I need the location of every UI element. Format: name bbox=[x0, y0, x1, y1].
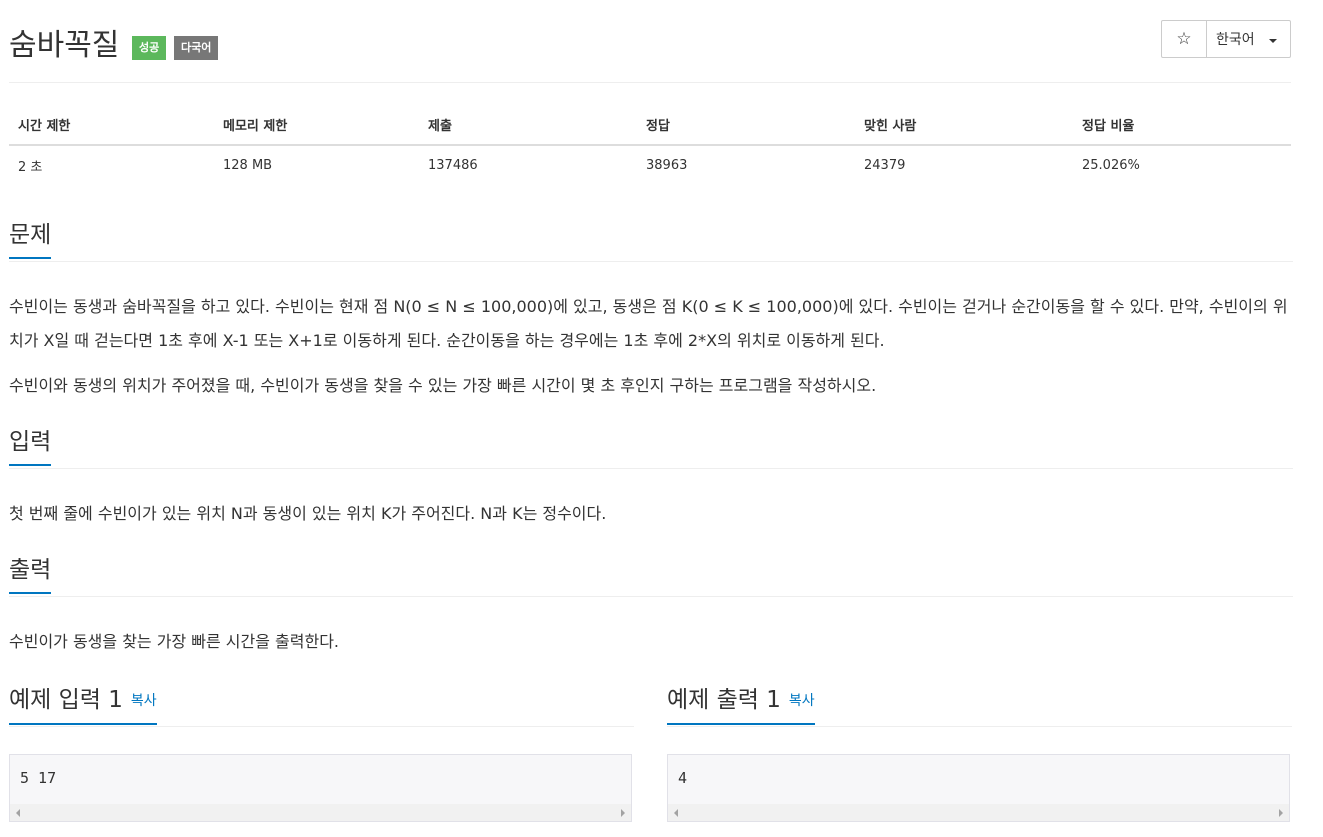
description-title: 문제 bbox=[9, 219, 52, 259]
description-body: 수빈이는 동생과 숨바꼭질을 하고 있다. 수빈이는 현재 점 N(0 ≤ N … bbox=[9, 262, 1293, 403]
stats-header-submissions: 제출 bbox=[419, 104, 637, 146]
stats-ratio: 25.026% bbox=[1082, 157, 1140, 173]
input-header: 입력 bbox=[9, 426, 1293, 469]
scroll-right-icon[interactable] bbox=[1279, 809, 1283, 817]
output-section: 출력 수빈이가 동생을 찾는 가장 빠른 시간을 출력한다. bbox=[9, 554, 1293, 659]
sample-output-section: 예제 출력 1 복사 4 bbox=[667, 684, 1292, 822]
sample-output-content: 4 bbox=[678, 769, 688, 787]
input-description: 첫 번째 줄에 수빈이가 있는 위치 N과 동생이 있는 위치 K가 주어진다.… bbox=[9, 504, 607, 523]
output-header: 출력 bbox=[9, 554, 1293, 597]
description-paragraph: 수빈이와 동생의 위치가 주어졌을 때, 수빈이가 동생을 찾을 수 있는 가장… bbox=[9, 376, 877, 395]
horizontal-scrollbar[interactable] bbox=[10, 804, 631, 821]
caret-down-icon bbox=[1268, 38, 1277, 43]
stats-memory-limit: 128 MB bbox=[223, 157, 273, 173]
output-body: 수빈이가 동생을 찾는 가장 빠른 시간을 출력한다. bbox=[9, 597, 1293, 659]
stats-header-solvers: 맞힌 사람 bbox=[855, 104, 1073, 146]
copy-sample-output-link[interactable]: 복사 bbox=[789, 693, 815, 709]
output-title: 출력 bbox=[9, 554, 52, 594]
favorite-star-button[interactable]: ☆ bbox=[1162, 21, 1207, 57]
stats-accepted: 38963 bbox=[646, 157, 688, 173]
input-section: 입력 첫 번째 줄에 수빈이가 있는 위치 N과 동생이 있는 위치 K가 주어… bbox=[9, 426, 1293, 531]
sample-input-content: 5 17 bbox=[20, 769, 57, 787]
description-header: 문제 bbox=[9, 219, 1293, 262]
stats-value-row: 2 초 128 MB 137486 38963 24379 25.026% bbox=[9, 145, 1291, 184]
input-title: 입력 bbox=[9, 426, 52, 466]
stats-header-ratio: 정답 비율 bbox=[1073, 104, 1291, 146]
language-label: 한국어 bbox=[1216, 32, 1255, 48]
language-dropdown[interactable]: 한국어 bbox=[1207, 21, 1290, 57]
output-description: 수빈이가 동생을 찾는 가장 빠른 시간을 출력한다. bbox=[9, 632, 340, 651]
scroll-left-icon[interactable] bbox=[16, 809, 20, 817]
sample-input-header: 예제 입력 1 복사 bbox=[9, 684, 634, 727]
header-actions: ☆ 한국어 bbox=[1161, 20, 1291, 58]
sample-input-section: 예제 입력 1 복사 5 17 bbox=[9, 684, 634, 822]
stats-header-time-limit: 시간 제한 bbox=[9, 104, 214, 146]
stats-header-memory-limit: 메모리 제한 bbox=[214, 104, 419, 146]
description-paragraph: 수빈이는 동생과 숨바꼭질을 하고 있다. 수빈이는 현재 점 N(0 ≤ N … bbox=[9, 297, 1288, 350]
sample-input-title: 예제 입력 1 복사 bbox=[9, 684, 157, 725]
copy-sample-input-link[interactable]: 복사 bbox=[131, 693, 157, 709]
stats-time-limit: 2 초 bbox=[18, 159, 43, 175]
success-badge: 성공 bbox=[132, 36, 167, 60]
sample-output-title: 예제 출력 1 복사 bbox=[667, 684, 815, 725]
problem-page: 숨바꼭질 성공 다국어 ☆ 한국어 시간 제한 메모리 제한 제출 정답 맞힌 … bbox=[9, 0, 1293, 822]
problem-header: 숨바꼭질 성공 다국어 ☆ 한국어 bbox=[9, 0, 1291, 83]
sample-output-box[interactable]: 4 bbox=[667, 754, 1290, 822]
description-section: 문제 수빈이는 동생과 숨바꼭질을 하고 있다. 수빈이는 현재 점 N(0 ≤… bbox=[9, 219, 1293, 403]
star-icon: ☆ bbox=[1176, 29, 1192, 49]
problem-stats-table: 시간 제한 메모리 제한 제출 정답 맞힌 사람 정답 비율 2 초 128 M… bbox=[9, 104, 1291, 184]
stats-header-row: 시간 제한 메모리 제한 제출 정답 맞힌 사람 정답 비율 bbox=[9, 104, 1291, 146]
sample-output-header: 예제 출력 1 복사 bbox=[667, 684, 1292, 727]
multilang-badge: 다국어 bbox=[174, 36, 219, 60]
scroll-right-icon[interactable] bbox=[621, 809, 625, 817]
stats-submissions: 137486 bbox=[428, 157, 478, 173]
scroll-left-icon[interactable] bbox=[674, 809, 678, 817]
stats-header-accepted: 정답 bbox=[637, 104, 855, 146]
sample-input-box[interactable]: 5 17 bbox=[9, 754, 632, 822]
input-body: 첫 번째 줄에 수빈이가 있는 위치 N과 동생이 있는 위치 K가 주어진다.… bbox=[9, 469, 1293, 531]
stats-solvers: 24379 bbox=[864, 157, 906, 173]
problem-title: 숨바꼭질 bbox=[9, 28, 120, 63]
horizontal-scrollbar[interactable] bbox=[668, 804, 1289, 821]
